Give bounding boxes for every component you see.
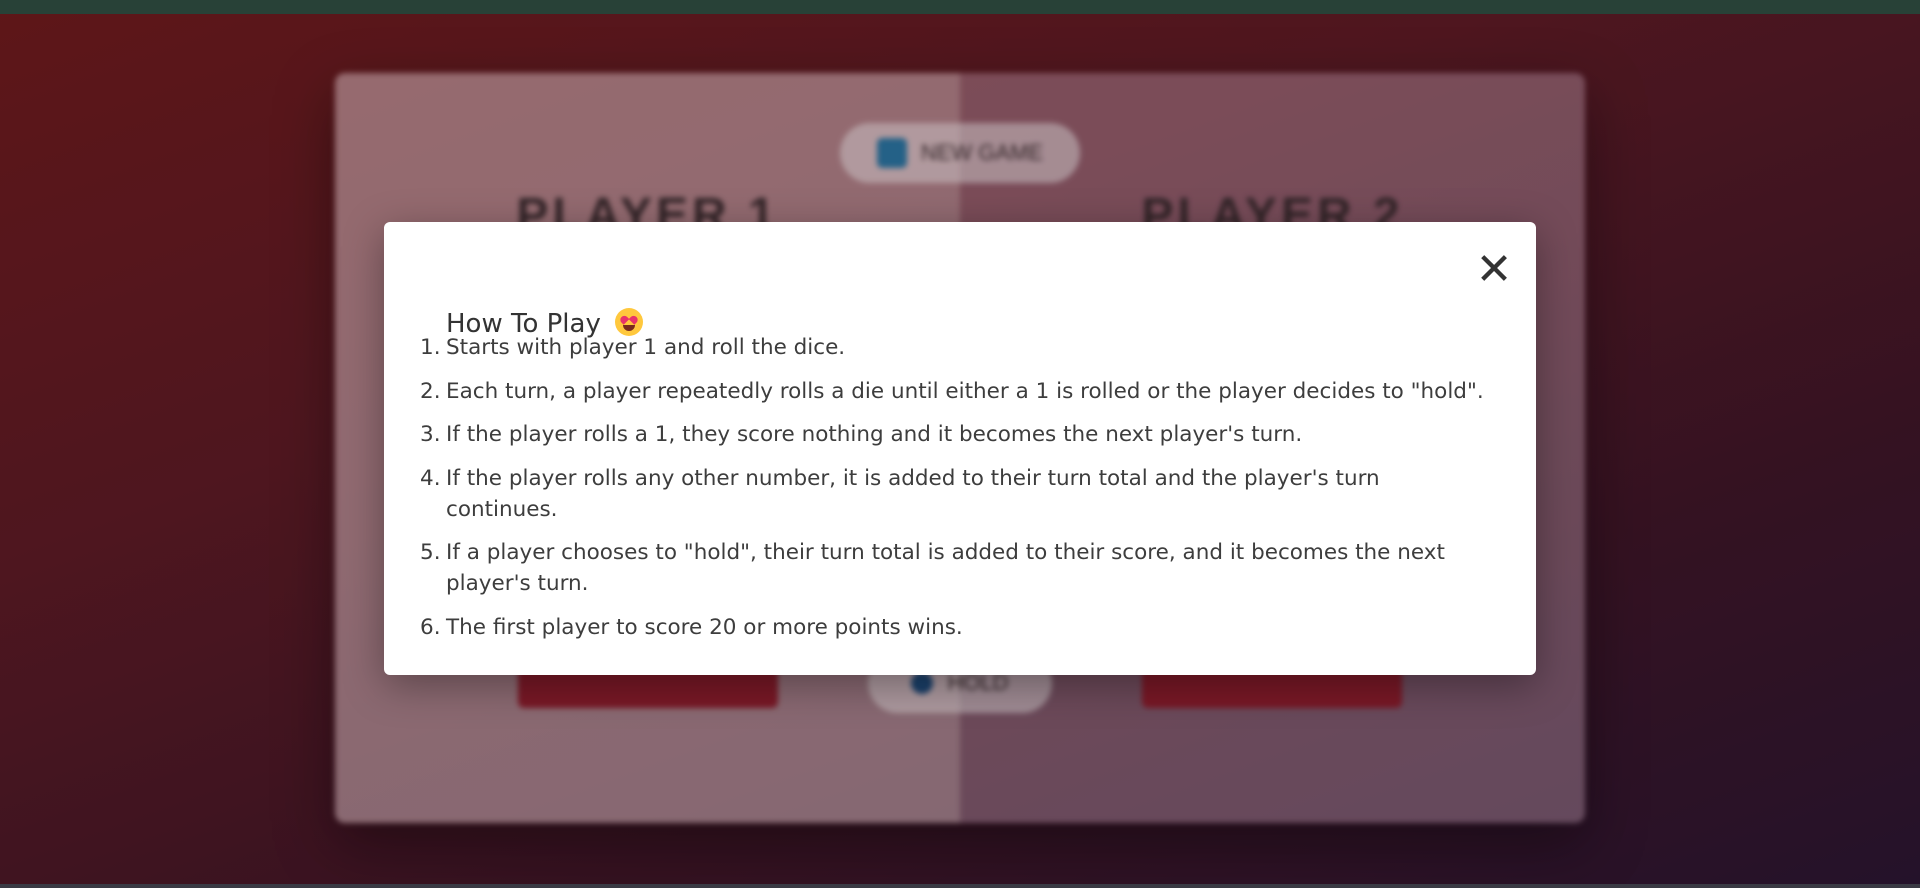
bottom-edge: [0, 884, 1920, 888]
rule-item: If the player rolls any other number, it…: [420, 463, 1380, 522]
rule-item: Each turn, a player repeatedly rolls a d…: [420, 376, 1484, 407]
how-to-play-modal: ✕ How To Play Starts with player 1 and r…: [384, 222, 1536, 675]
rule-item: Starts with player 1 and roll the dice.: [420, 332, 846, 363]
rule-item: If the player rolls a 1, they score noth…: [420, 419, 1303, 450]
rule-item: If a player chooses to "hold", their tur…: [420, 537, 1445, 596]
rules-list: Starts with player 1 and roll the dice. …: [420, 332, 1486, 655]
close-icon[interactable]: ✕: [1474, 248, 1514, 292]
rule-item: The first player to score 20 or more poi…: [420, 612, 963, 643]
